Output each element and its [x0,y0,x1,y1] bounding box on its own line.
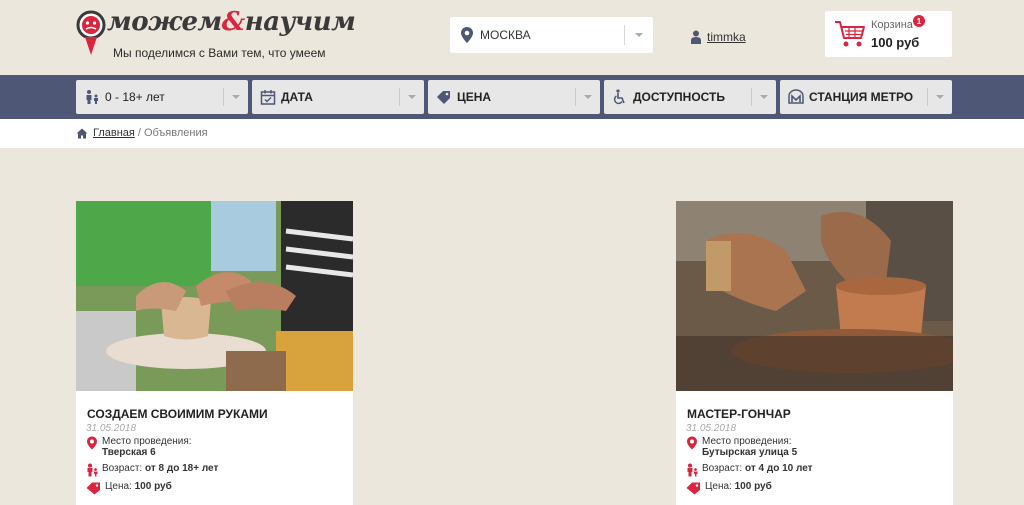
listing-price-label: Цена: [105,481,132,492]
site-header: можем&научим Мы поделимся с Вами тем, чт… [0,0,1024,75]
price-tag-icon [437,91,450,104]
chevron-down-icon[interactable] [224,95,248,99]
listing-place-label: Место проведения: [102,436,192,447]
listing-age-label: Возраст: [702,463,743,474]
breadcrumb: Главная / Объявления [76,127,208,139]
listing-age: Возраст: от 8 до 18+ лет [86,463,218,477]
breadcrumb-bar: Главная / Объявления [0,119,1024,148]
listing-age: Возраст: от 4 до 10 лет [686,463,813,477]
user-account: timmka [690,30,746,44]
filter-age[interactable]: 0 - 18+ лет [76,80,248,114]
listing-title[interactable]: МАСТЕР-ГОНЧАР [687,407,791,421]
listing-place: Место проведения: Бутырская улица 5 [686,436,797,458]
listing-place-label: Место проведения: [702,436,792,447]
filter-accessibility-label: ДОСТУПНОСТЬ [633,90,725,104]
logo-tagline: Мы поделимся с Вами тем, что умеем [113,46,326,60]
listing-price-value: 100 руб [734,481,772,492]
cart-count-badge: 1 [913,15,925,27]
listing-date: 31.05.2018 [86,423,137,434]
child-icon [86,90,98,104]
listing-age-value: от 4 до 10 лет [744,463,813,474]
listing-photo[interactable] [76,201,353,391]
listing-price-label: Цена: [705,481,732,492]
price-tag-icon [86,482,100,495]
listing-card[interactable]: СОЗДАЕМ СВОИМИМ РУКАМИ 31.05.2018 Место … [76,201,353,505]
wheelchair-icon [613,89,625,105]
cart-widget[interactable]: Корзина 1 100 руб [825,11,952,57]
home-icon [76,128,88,138]
listing-date: 31.05.2018 [686,423,737,434]
listing-age-label: Возраст: [102,463,143,474]
child-icon [87,463,98,477]
breadcrumb-home-link[interactable]: Главная [93,127,135,139]
logo-pin-icon [76,10,106,55]
listing-card[interactable]: МАСТЕР-ГОНЧАР 31.05.2018 Место проведени… [676,201,953,505]
cart-title: Корзина [871,19,913,31]
listing-age-value: от 8 до 18+ лет [144,463,219,474]
logo-wordmark: можем&научим [107,7,356,37]
chevron-down-icon[interactable] [928,95,952,99]
chevron-down-icon[interactable] [400,95,424,99]
child-icon [687,463,698,477]
filter-metro-label: СТАНЦИЯ МЕТРО [809,90,914,104]
listing-price-value: 100 руб [134,481,172,492]
price-tag-icon [686,482,700,495]
location-pin-icon [461,27,473,43]
city-select[interactable]: МОСКВА [450,17,653,53]
location-pin-icon [687,436,697,450]
cart-total: 100 руб [871,35,920,50]
chevron-down-icon[interactable] [752,95,776,99]
listing-place-value: Бутырская улица 5 [702,447,798,458]
location-pin-icon [87,436,97,450]
filter-price-label: ЦЕНА [457,90,492,104]
filter-price[interactable]: ЦЕНА [428,80,600,114]
calendar-icon [260,90,276,105]
user-icon [691,30,701,44]
site-logo[interactable]: можем&научим Мы поделимся с Вами тем, чт… [75,7,356,65]
listing-title[interactable]: СОЗДАЕМ СВОИМИМ РУКАМИ [87,407,268,421]
chevron-down-icon[interactable] [576,95,600,99]
chevron-down-icon[interactable] [625,33,653,37]
listing-place-value: Тверская 6 [102,447,156,458]
filter-accessibility[interactable]: ДОСТУПНОСТЬ [604,80,776,114]
city-select-value: МОСКВА [480,28,531,42]
filter-metro[interactable]: СТАНЦИЯ МЕТРО [780,80,952,114]
shopping-cart-icon [835,21,865,47]
filter-date[interactable]: ДАТА [252,80,424,114]
listing-price: Цена: 100 руб [86,481,172,495]
filter-bar: 0 - 18+ лет ДАТА ЦЕНА ДОСТУПНОСТЬ СТАНЦИ… [0,75,1024,119]
listing-price: Цена: 100 руб [686,481,772,495]
breadcrumb-current: Объявления [143,127,208,139]
breadcrumb-separator: / [137,127,141,139]
listing-photo[interactable] [676,201,953,391]
user-profile-link[interactable]: timmka [707,30,746,44]
filter-age-label: 0 - 18+ лет [105,90,165,104]
filter-date-label: ДАТА [281,90,313,104]
listing-place: Место проведения: Тверская 6 [86,436,192,458]
metro-icon [788,89,804,104]
